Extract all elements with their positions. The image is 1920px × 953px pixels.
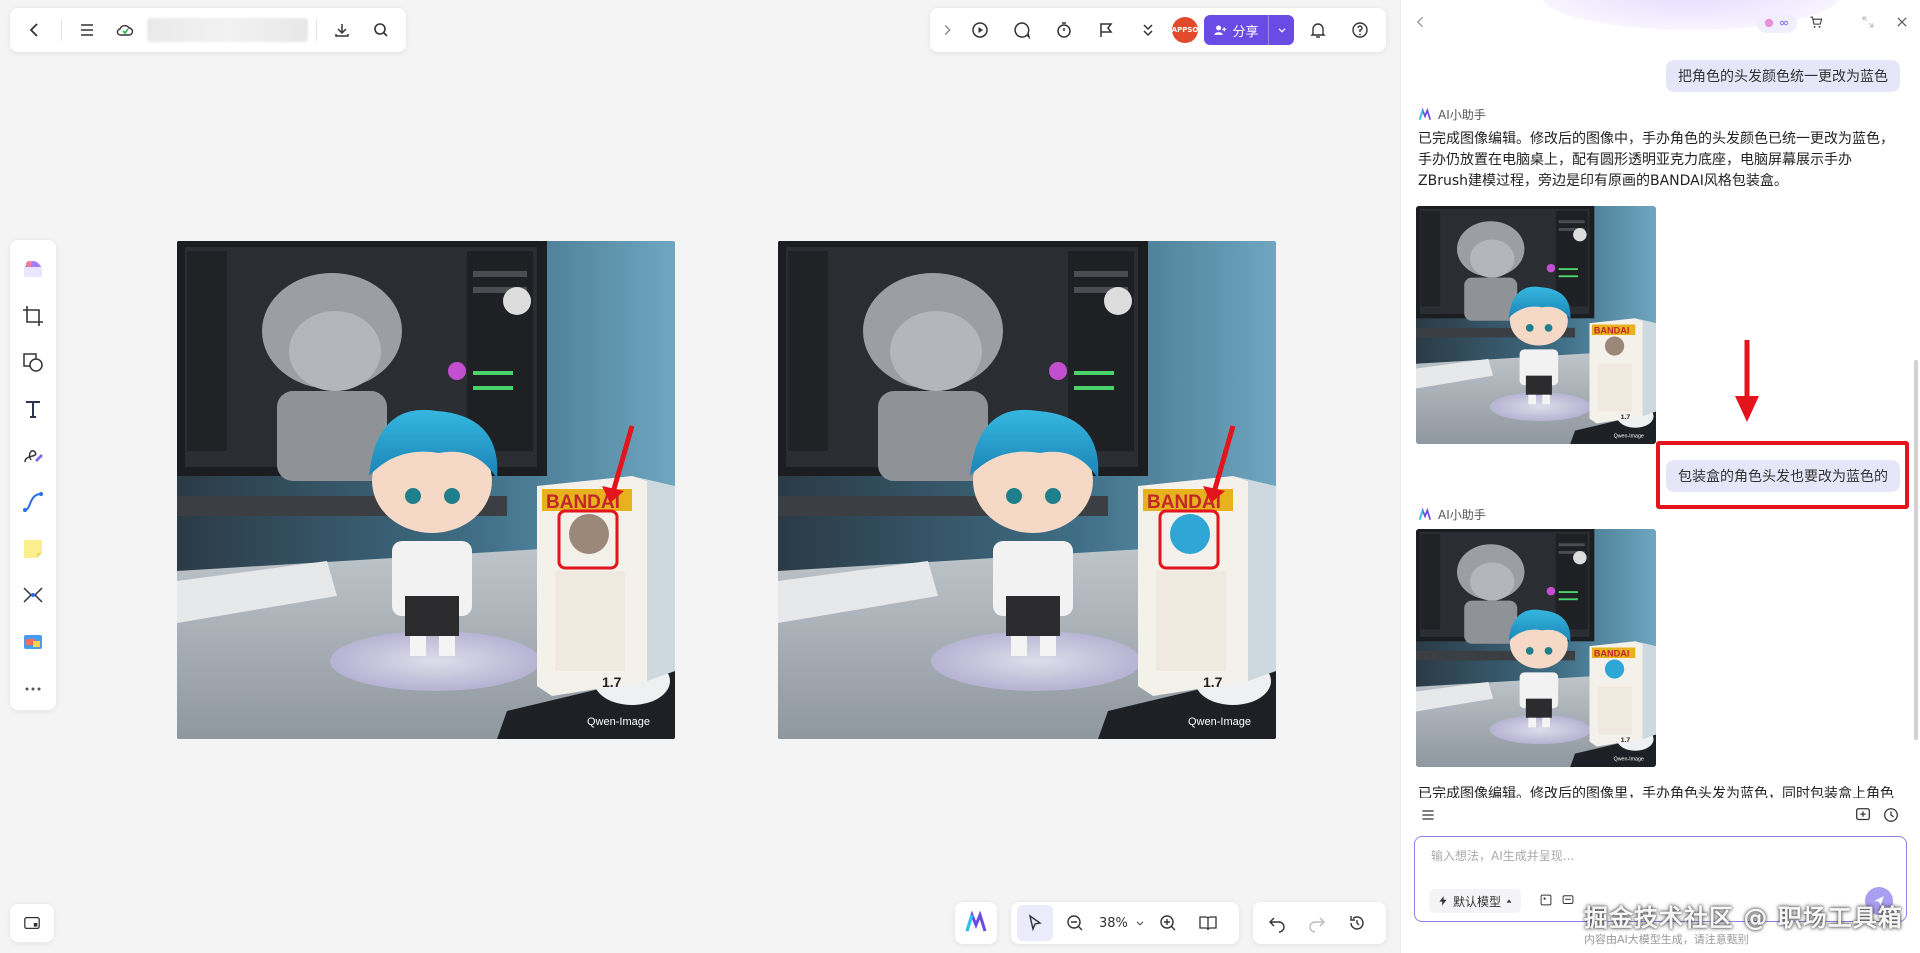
user-avatar[interactable]: APPSO [1172,17,1198,43]
caret-up-icon [1506,899,1512,903]
gem-icon [1764,18,1774,28]
image-upload-icon[interactable] [1539,893,1553,907]
attachment-icon[interactable] [1561,893,1575,907]
text-tool-icon[interactable] [14,388,52,431]
chevron-down-icon[interactable] [1268,15,1294,45]
minimap-icon [24,916,40,930]
ai-disclaimer: 内容由AI大模型生成，请注意甄别 [1584,933,1749,946]
ai-logo-icon [1418,507,1432,520]
assistant-message-2: 已完成图像编辑。修改后的图像里，手办角色头发为蓝色，同时包装盒上角色 [1418,786,1894,798]
frame-crop-icon[interactable] [14,295,52,338]
infinity-icon [1780,20,1788,26]
book-view-icon[interactable] [1190,905,1226,941]
model-label: 默认模型 [1453,894,1502,909]
panel-back-icon[interactable] [1413,14,1429,30]
lightning-icon [1439,896,1447,906]
close-icon[interactable] [1895,15,1909,29]
ai-logo-icon [965,911,987,932]
document-title[interactable] [146,18,308,42]
zoom-in-icon[interactable] [1150,905,1186,941]
annotation-highlight-box [1656,441,1909,509]
shapes-icon[interactable] [14,341,52,384]
divider [60,19,62,41]
share-label: 分享 [1232,24,1259,40]
zoom-out-icon[interactable] [1057,905,1093,941]
notification-bell-icon[interactable] [1300,12,1336,48]
assistant-label-2: AI小助手 [1418,506,1486,523]
ai-assistant-launcher[interactable] [955,902,997,944]
select-cursor-icon[interactable] [1017,905,1053,941]
expand-icon[interactable] [1861,15,1875,29]
insert-media-icon[interactable] [14,621,52,664]
menu-icon[interactable] [70,12,105,48]
panel-header [1401,0,1920,46]
clock-icon[interactable] [1882,806,1900,824]
help-icon[interactable] [1342,12,1378,48]
redo-icon[interactable] [1299,905,1335,941]
add-user-icon [1214,25,1227,35]
top-left-toolbar [10,8,406,52]
search-icon[interactable] [363,12,398,48]
timer-icon[interactable] [1046,12,1082,48]
panel-scrollbar[interactable] [1914,360,1918,740]
comment-icon[interactable] [1004,12,1040,48]
assistant-label-1: AI小助手 [1418,106,1486,123]
top-right-toolbar: APPSO 分享 [930,8,1386,52]
ai-logo-icon [1418,107,1432,120]
zoom-dropdown-icon[interactable] [1134,917,1146,929]
share-button[interactable]: 分享 [1204,15,1294,45]
download-icon[interactable] [325,12,360,48]
user-message-1: 把角色的头发颜色统一更改为蓝色 [1666,60,1900,92]
more-chevrons-icon[interactable] [1130,12,1166,48]
history-controls [1253,902,1386,944]
assistant-name: AI小助手 [1438,508,1486,522]
membership-badge[interactable] [1757,13,1797,33]
canvas-image-edited[interactable] [778,241,1276,739]
template-gallery-icon[interactable] [14,248,52,291]
model-selector[interactable]: 默认模型 [1429,889,1522,913]
assistant-image-result-1[interactable] [1416,206,1656,444]
annotation-arrow-icon [1735,340,1759,422]
vote-flag-icon[interactable] [1088,12,1124,48]
cart-icon[interactable] [1809,15,1823,29]
sticky-note-icon[interactable] [14,528,52,571]
composer-input[interactable]: 输入想法，AI生成并呈现... [1431,847,1574,864]
whiteboard-canvas[interactable]: APPSO 分享 38% [0,0,1400,953]
back-icon[interactable] [18,12,53,48]
assistant-name: AI小助手 [1438,108,1486,122]
play-presentation-icon[interactable] [962,12,998,48]
canvas-image-original[interactable] [177,241,675,739]
new-chat-icon[interactable] [1854,806,1872,824]
more-tools-icon[interactable] [14,667,52,710]
collapse-chevron-icon[interactable] [938,12,956,48]
minimap-toggle[interactable] [10,904,54,942]
left-tool-palette [10,240,56,710]
zoom-controls: 38% [1011,902,1239,944]
pen-draw-icon[interactable] [14,434,52,477]
assistant-image-result-2[interactable] [1416,529,1656,767]
zoom-level[interactable]: 38% [1099,916,1128,931]
connector-line-icon[interactable] [14,481,52,524]
history-list-icon[interactable] [1420,807,1436,823]
watermark-text: 掘金技术社区 @ 职场工具箱 [1584,904,1903,932]
mindmap-icon[interactable] [14,574,52,617]
undo-icon[interactable] [1259,905,1295,941]
cloud-sync-icon[interactable] [108,12,143,48]
assistant-message-1: 已完成图像编辑。修改后的图像中，手办角色的头发颜色已统一更改为蓝色，手办仍放置在… [1418,131,1894,189]
history-icon[interactable] [1339,905,1375,941]
divider [315,19,317,41]
